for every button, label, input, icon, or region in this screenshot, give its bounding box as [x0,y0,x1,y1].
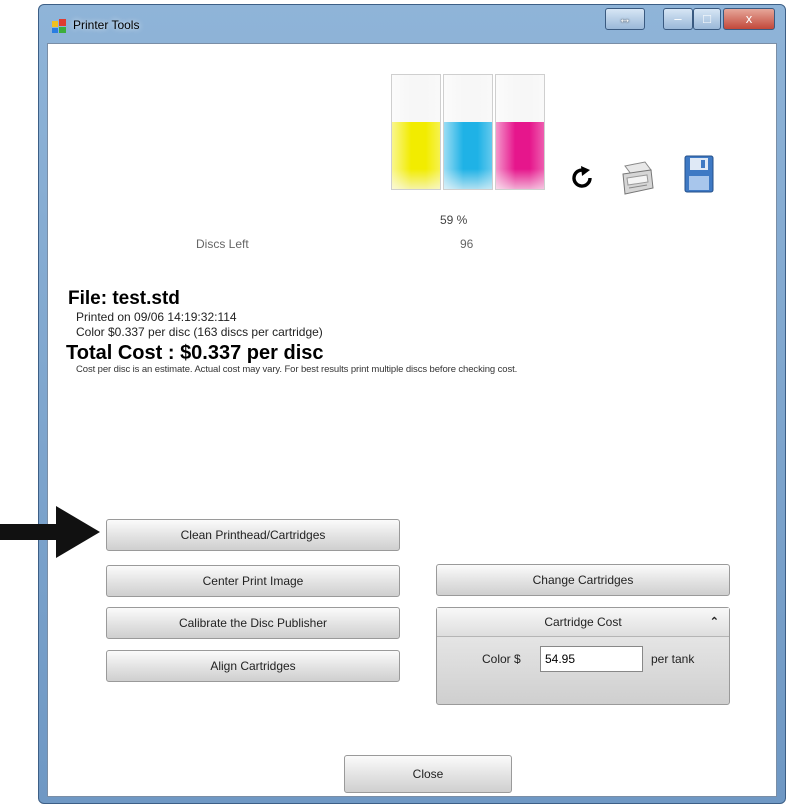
window-title: Printer Tools [73,18,140,32]
tank-shine [392,75,440,189]
title-bar[interactable]: Printer Tools ↔ – □ x [39,5,785,43]
ink-percent: 59 % [440,213,468,227]
client-area: 59 % Discs Left 96 File: test.std Printe… [47,43,777,797]
cartridge-cost-header[interactable]: Cartridge Cost ⌃ [437,608,729,637]
printer-icon[interactable] [617,158,657,198]
app-icon [52,19,66,33]
ink-tank-magenta [495,74,545,190]
clean-printhead-button[interactable]: Clean Printhead/Cartridges [106,519,400,551]
arrow-icon [0,506,100,558]
discs-left-label: Discs Left [196,237,249,251]
per-tank-label: per tank [651,652,695,666]
ink-tank-yellow [391,74,441,190]
ink-tank-cyan [443,74,493,190]
cost-disclaimer: Cost per disc is an estimate. Actual cos… [76,364,518,375]
printed-on-text: Printed on 09/06 14:19:32:114 [76,310,237,324]
refresh-icon[interactable] [569,165,595,191]
color-cost-label: Color $ [482,652,521,666]
cartridge-cost-panel: Cartridge Cost ⌃ Color $ per tank [436,607,730,705]
discs-left-value: 96 [460,237,474,251]
cartridge-cost-title: Cartridge Cost [544,615,622,629]
color-cost-text: Color $0.337 per disc (163 discs per car… [76,325,323,339]
chevron-up-icon[interactable]: ⌃ [710,608,719,636]
change-cartridges-button[interactable]: Change Cartridges [436,564,730,596]
minimize-button[interactable]: – [663,8,693,30]
maximize-button[interactable]: □ [693,8,721,30]
align-cartridges-button[interactable]: Align Cartridges [106,650,400,682]
total-cost-text: Total Cost : $0.337 per disc [66,342,324,364]
ink-tanks [391,74,545,192]
tank-shine [444,75,492,189]
calibrate-button[interactable]: Calibrate the Disc Publisher [106,607,400,639]
file-name: File: test.std [68,288,180,309]
save-icon[interactable] [681,154,717,194]
tank-shine [496,75,544,189]
printer-tools-window: Printer Tools ↔ – □ x 59 % Discs Left 96 [38,4,786,804]
close-window-button[interactable]: x [723,8,775,30]
color-cost-input[interactable] [540,646,643,672]
center-print-image-button[interactable]: Center Print Image [106,565,400,597]
close-button[interactable]: Close [344,755,512,793]
resize-button[interactable]: ↔ [605,8,645,30]
